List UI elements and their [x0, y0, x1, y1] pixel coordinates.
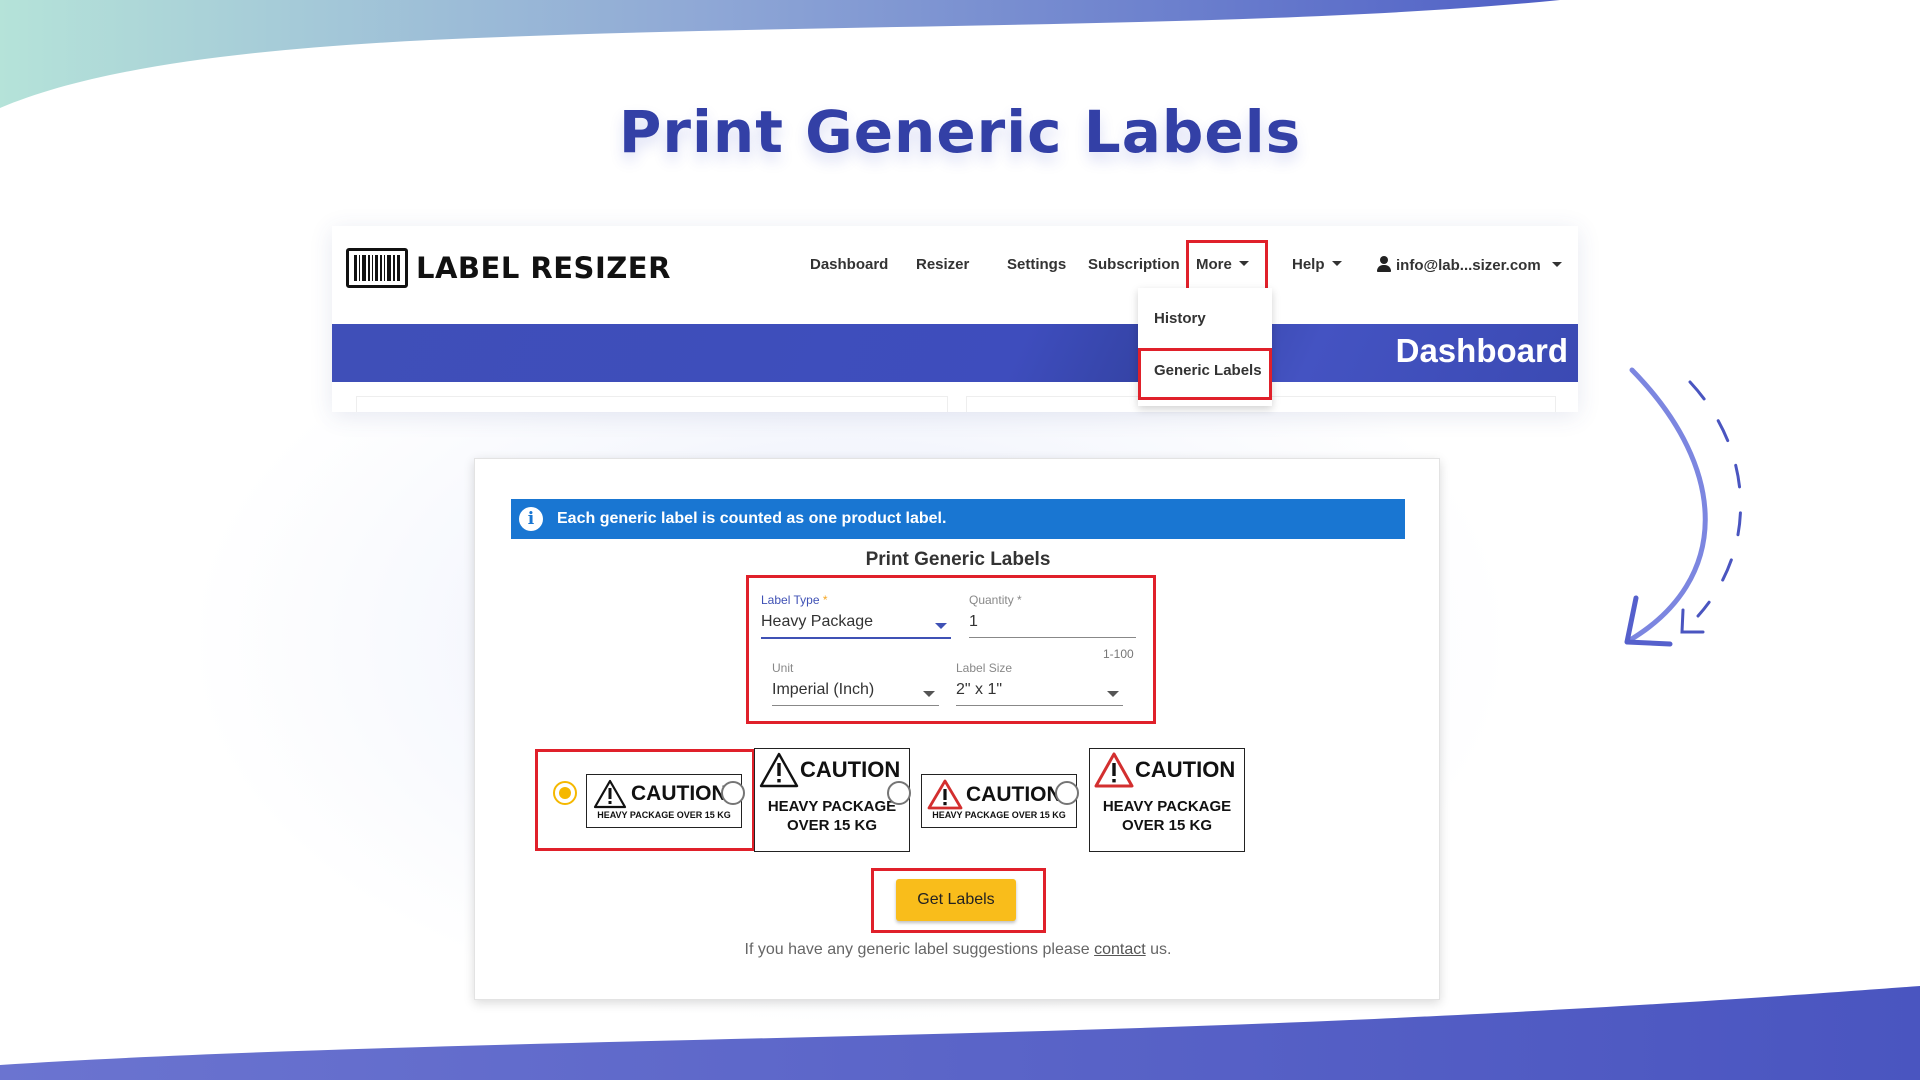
- barcode-icon: [346, 248, 408, 288]
- unit-label: Unit: [772, 661, 794, 675]
- chevron-down-icon: [935, 623, 947, 629]
- contact-link[interactable]: contact: [1094, 941, 1146, 958]
- highlight-generic-labels: [1138, 348, 1272, 400]
- design-text: HEAVY PACKAGE OVER 15 KG: [932, 810, 1066, 820]
- warning-icon: [1094, 752, 1134, 788]
- menu-item-history[interactable]: History: [1154, 310, 1206, 327]
- info-alert-text: Each generic label is counted as one pro…: [557, 510, 947, 527]
- design-caption: CAUTION: [631, 782, 727, 805]
- design-radio-2[interactable]: [721, 781, 745, 805]
- label-type-select[interactable]: Label Type * Heavy Package: [761, 593, 951, 639]
- dashboard-card: [356, 396, 948, 412]
- page-title: Print Generic Labels: [618, 98, 1302, 166]
- design-radio-1[interactable]: [553, 781, 577, 805]
- design-option-3[interactable]: CAUTION HEAVY PACKAGE OVER 15 KG: [921, 774, 1077, 828]
- unit-select[interactable]: Unit Imperial (Inch): [772, 661, 939, 706]
- form-title: Print Generic Labels: [865, 549, 1051, 570]
- chevron-down-icon: [923, 691, 935, 697]
- nav-subscription[interactable]: Subscription: [1088, 256, 1180, 280]
- label-type-value: Heavy Package: [761, 613, 874, 630]
- suggestion-footer: If you have any generic label suggestion…: [744, 941, 1172, 958]
- design-text-line2: OVER 15 KG: [1121, 817, 1213, 834]
- chevron-down-icon: [1107, 691, 1119, 697]
- design-text-line2: OVER 15 KG: [786, 817, 878, 834]
- label-size-value: 2" x 1": [956, 681, 1003, 698]
- warning-icon: [759, 752, 799, 788]
- dashboard-banner: Dashboard: [332, 324, 1578, 382]
- nav-dashboard[interactable]: Dashboard: [810, 256, 888, 280]
- design-caption: CAUTION: [1135, 757, 1236, 782]
- unit-value: Imperial (Inch): [772, 681, 875, 698]
- warning-icon: [593, 779, 627, 809]
- quantity-value: 1: [969, 613, 978, 630]
- design-option-2[interactable]: CAUTION HEAVY PACKAGE OVER 15 KG: [754, 748, 910, 852]
- nav-account-dropdown[interactable]: info@lab...sizer.com: [1376, 256, 1562, 280]
- info-icon: i: [519, 507, 543, 531]
- logo-text: LABEL RESIZER: [416, 251, 671, 285]
- design-option-1[interactable]: CAUTION HEAVY PACKAGE OVER 15 KG: [586, 774, 742, 828]
- design-caption: CAUTION: [800, 757, 901, 782]
- nav-settings[interactable]: Settings: [1007, 256, 1066, 280]
- app-window: LABEL RESIZER Dashboard Resizer Settings…: [332, 226, 1578, 412]
- design-text: HEAVY PACKAGE OVER 15 KG: [597, 810, 731, 820]
- info-alert: i Each generic label is counted as one p…: [511, 499, 1405, 539]
- nav-resizer[interactable]: Resizer: [916, 256, 969, 280]
- user-icon: [1376, 256, 1392, 273]
- design-caption: CAUTION: [966, 782, 1062, 806]
- quantity-input[interactable]: Quantity * 1: [969, 593, 1136, 638]
- label-type-label: Label Type: [761, 593, 820, 607]
- generic-labels-card: i Each generic label is counted as one p…: [474, 458, 1440, 1000]
- design-radio-4[interactable]: [1055, 781, 1079, 805]
- banner-title: Dashboard: [1395, 332, 1568, 369]
- app-logo[interactable]: LABEL RESIZER: [346, 248, 671, 288]
- design-option-4[interactable]: CAUTION HEAVY PACKAGE OVER 15 KG: [1089, 748, 1245, 852]
- account-email: info@lab...sizer.com: [1396, 257, 1541, 274]
- nav-help-dropdown[interactable]: Help: [1292, 256, 1342, 280]
- design-radio-3[interactable]: [887, 781, 911, 805]
- warning-icon: [927, 779, 963, 810]
- label-size-label: Label Size: [956, 661, 1013, 675]
- get-labels-button[interactable]: Get Labels: [896, 879, 1016, 921]
- design-text-line1: HEAVY PACKAGE: [1102, 798, 1232, 815]
- quantity-hint: 1-100: [1103, 647, 1134, 661]
- quantity-label: Quantity: [969, 593, 1014, 607]
- highlight-more: [1186, 240, 1268, 292]
- design-text-line1: HEAVY PACKAGE: [767, 798, 897, 815]
- label-size-select[interactable]: Label Size 2" x 1": [956, 661, 1123, 706]
